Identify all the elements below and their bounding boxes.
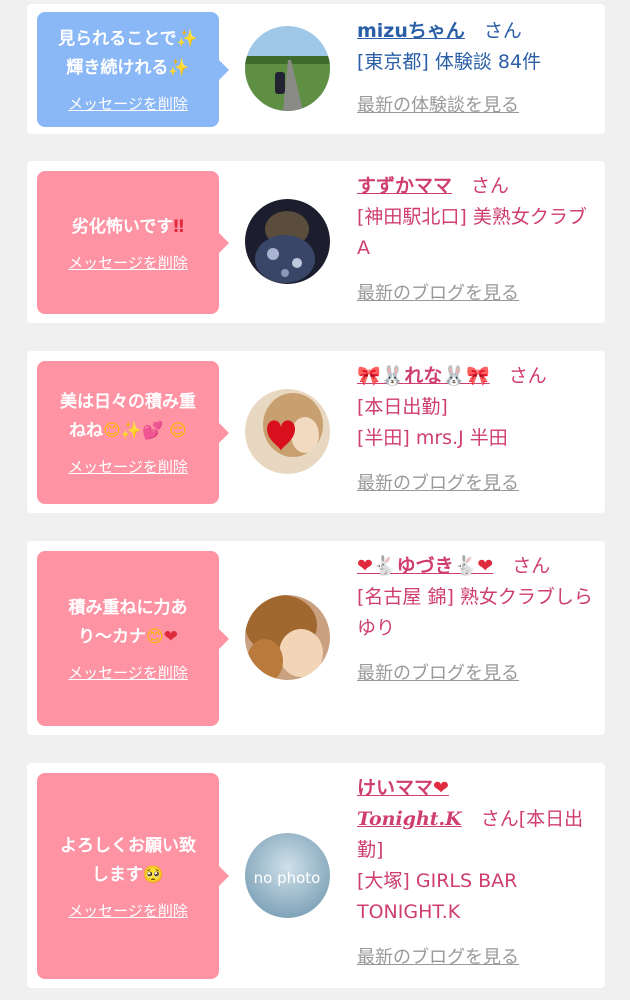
message-text: よろしくお願い致 します🥺 bbox=[60, 835, 196, 885]
message-bubble: 見られることで✨ 輝き続けれる✨ メッセージを削除 bbox=[37, 12, 229, 127]
profile-name-link[interactable]: すずかママ bbox=[357, 175, 452, 197]
latest-blog-link[interactable]: 最新のブログを見る bbox=[357, 947, 519, 968]
message-text: 美は日々の積み重 ねね😊✨💕 😌 bbox=[60, 392, 196, 441]
message-card: 見られることで✨ 輝き続けれる✨ メッセージを削除 mizuちゃん さん [東京都… bbox=[27, 4, 605, 134]
profile-info: けいママ❤ Tonight.K さん[本日出勤] [大塚] GIRLS BAR … bbox=[357, 773, 597, 973]
profile-info: すずかママ さん [神田駅北口] 美熟女クラブA 最新のブログを見る bbox=[357, 171, 597, 309]
message-card: よろしくお願い致 します🥺 メッセージを削除 no photo けいママ❤ Ton… bbox=[27, 763, 605, 988]
message-text: 積み重ねに力あ り〜カナ😊❤ bbox=[68, 598, 188, 647]
honorific: さん bbox=[508, 365, 547, 387]
message-bubble: 美は日々の積み重 ねね😊✨💕 😌 メッセージを削除 bbox=[37, 361, 229, 504]
message-card: 劣化怖いです‼ メッセージを削除 すずかママ さん [神田駅北口] 美熟女クラブ… bbox=[27, 161, 605, 323]
message-card: 美は日々の積み重 ねね😊✨💕 😌 メッセージを削除 🎀🐰れな🐰🎀 さん [本日出勤… bbox=[27, 351, 605, 513]
delete-message-link[interactable]: メッセージを削除 bbox=[68, 900, 188, 921]
message-bubble: よろしくお願い致 します🥺 メッセージを削除 bbox=[37, 773, 229, 979]
honorific: さん bbox=[483, 20, 522, 42]
profile-info: 🎀🐰れな🐰🎀 さん [本日出勤] [半田] mrs.J 半田 最新のブログを見る bbox=[357, 361, 597, 499]
profile-detail: [大塚] GIRLS BAR TONIGHT.K bbox=[357, 870, 518, 923]
delete-message-link[interactable]: メッセージを削除 bbox=[68, 93, 188, 114]
profile-name-sub[interactable]: Tonight.K bbox=[357, 808, 462, 830]
no-photo-text: no photo bbox=[254, 869, 321, 887]
message-card: 積み重ねに力あ り〜カナ😊❤ メッセージを削除 ❤🐇ゆづき🐇❤ さん [名古屋 錦… bbox=[27, 541, 605, 735]
profile-detail: [本日出勤] bbox=[357, 396, 448, 418]
honorific: さん bbox=[512, 555, 551, 577]
profile-detail: [半田] mrs.J 半田 bbox=[357, 427, 508, 449]
latest-reviews-link[interactable]: 最新の体験談を見る bbox=[357, 95, 519, 116]
profile-detail: [神田駅北口] 美熟女クラブA bbox=[357, 206, 587, 259]
profile-info: mizuちゃん さん [東京都] 体験談 84件 最新の体験談を見る bbox=[357, 16, 597, 121]
profile-detail: [名古屋 錦] 熟女クラブしらゆり bbox=[357, 586, 593, 639]
message-text: 劣化怖いです‼ bbox=[71, 216, 185, 237]
honorific: さん bbox=[471, 175, 510, 197]
message-bubble: 劣化怖いです‼ メッセージを削除 bbox=[37, 171, 229, 314]
avatar[interactable] bbox=[245, 389, 330, 474]
profile-name-link[interactable]: けいママ❤ bbox=[357, 777, 449, 799]
delete-message-link[interactable]: メッセージを削除 bbox=[68, 252, 188, 273]
profile-name-link[interactable]: 🎀🐰れな🐰🎀 bbox=[357, 365, 490, 387]
latest-blog-link[interactable]: 最新のブログを見る bbox=[357, 283, 519, 304]
profile-info: ❤🐇ゆづき🐇❤ さん [名古屋 錦] 熟女クラブしらゆり 最新のブログを見る bbox=[357, 551, 597, 689]
profile-name-link[interactable]: mizuちゃん bbox=[357, 20, 465, 42]
delete-message-link[interactable]: メッセージを削除 bbox=[68, 456, 188, 477]
profile-detail: [東京都] 体験談 84件 bbox=[357, 51, 542, 73]
delete-message-link[interactable]: メッセージを削除 bbox=[68, 662, 188, 683]
avatar[interactable]: no photo bbox=[245, 833, 330, 918]
avatar[interactable] bbox=[245, 595, 330, 680]
latest-blog-link[interactable]: 最新のブログを見る bbox=[357, 663, 519, 684]
avatar[interactable] bbox=[245, 199, 330, 284]
message-bubble: 積み重ねに力あ り〜カナ😊❤ メッセージを削除 bbox=[37, 551, 229, 726]
profile-name-link[interactable]: ❤🐇ゆづき🐇❤ bbox=[357, 555, 493, 577]
latest-blog-link[interactable]: 最新のブログを見る bbox=[357, 473, 519, 494]
avatar[interactable] bbox=[245, 26, 330, 111]
message-text: 見られることで✨ 輝き続けれる✨ bbox=[58, 29, 198, 78]
